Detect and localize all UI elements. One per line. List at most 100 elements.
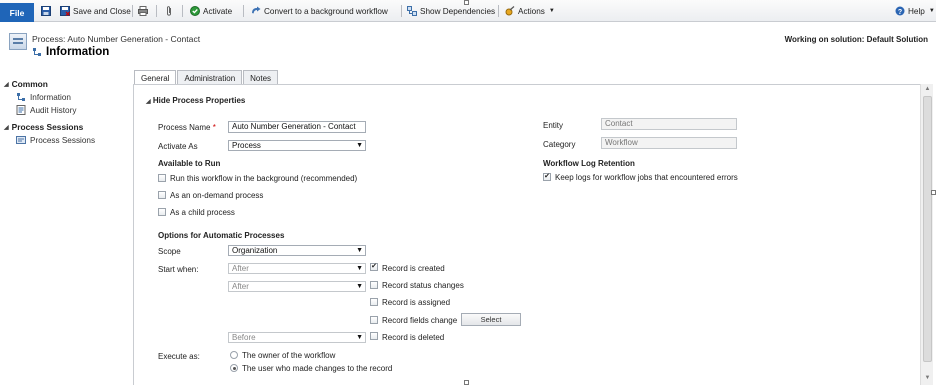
record-status-label: Record status changes [382, 281, 464, 290]
nav-item-process-sessions-label: Process Sessions [30, 135, 96, 145]
child-process-checkbox[interactable] [158, 208, 166, 216]
execute-as-user-label: The user who made changes to the record [242, 364, 393, 373]
record-assigned-checkbox[interactable] [370, 298, 378, 306]
printer-icon [138, 6, 148, 16]
actions-icon [505, 6, 515, 16]
chevron-down-icon: ▼ [356, 265, 363, 272]
record-created-label: Record is created [382, 264, 445, 273]
general-tab-content: ◢ Hide Process Properties Process Name *… [133, 84, 921, 385]
process-name-label-text: Process Name [158, 123, 211, 132]
required-indicator: * [212, 123, 216, 132]
activate-as-select[interactable]: Process ▼ [228, 140, 366, 151]
category-field: Workflow [601, 137, 737, 149]
scroll-up-arrow-icon[interactable]: ▲ [923, 85, 932, 94]
record-assigned-label: Record is assigned [382, 298, 451, 307]
actions-menu-button[interactable]: Actions ▼ [505, 4, 555, 18]
resize-handle-right[interactable] [931, 190, 936, 195]
activate-as-label: Activate As [158, 142, 198, 151]
form-tabs: General Administration Notes [134, 70, 279, 86]
nav-item-information-label: Information [30, 92, 71, 102]
record-fields-checkbox[interactable] [370, 316, 378, 324]
form-selector-icon[interactable] [32, 47, 42, 57]
record-created-checkbox[interactable]: ✔ [370, 263, 378, 271]
convert-workflow-icon [252, 6, 261, 14]
keep-logs-label: Keep logs for workflow jobs that encount… [555, 173, 738, 182]
available-to-run-header: Available to Run [158, 159, 221, 168]
help-label: Help [908, 6, 925, 16]
chevron-down-icon: ▼ [356, 334, 363, 341]
tab-administration[interactable]: Administration [177, 70, 243, 85]
nav-item-process-sessions[interactable]: Process Sessions [16, 135, 95, 145]
checkmark-icon: ✔ [371, 263, 377, 270]
record-deleted-label: Record is deleted [382, 333, 445, 342]
scrollbar-thumb[interactable] [923, 96, 932, 362]
chevron-down-icon: ▼ [928, 8, 935, 14]
save-and-close-button[interactable]: Save and Close [60, 4, 131, 18]
separator [401, 5, 402, 17]
convert-background-button[interactable]: Convert to a background workflow [251, 4, 388, 18]
title-row: Information [32, 46, 109, 58]
tab-notes[interactable]: Notes [243, 70, 279, 85]
chevron-down-icon: ▼ [356, 283, 363, 290]
nav-item-audit-history[interactable]: Audit History [16, 105, 76, 115]
convert-background-label: Convert to a background workflow [264, 6, 388, 16]
hide-process-properties-label: Hide Process Properties [152, 96, 246, 105]
nav-section-common-label: Common [11, 79, 48, 89]
chevron-down-icon: ▼ [356, 247, 363, 254]
collapse-triangle-icon: ◢ [146, 99, 151, 105]
help-menu-button[interactable]: ? Help ▼ [895, 4, 935, 18]
nav-item-information[interactable]: Information [16, 92, 71, 102]
run-in-background-label: Run this workflow in the background (rec… [170, 174, 358, 183]
separator [156, 5, 157, 17]
file-button[interactable]: File [0, 3, 34, 22]
nav-section-common[interactable]: ◢ Common [4, 79, 48, 89]
attach-button[interactable] [164, 4, 174, 18]
collapse-triangle-icon: ◢ [4, 124, 9, 131]
save-and-close-label: Save and Close [73, 6, 131, 16]
execute-as-user-radio[interactable] [230, 364, 238, 372]
entity-field: Contact [601, 118, 737, 130]
scope-select[interactable]: Organization ▼ [228, 245, 366, 256]
left-navigation: ◢ Common Information Audit History ◢ Pro… [0, 72, 128, 385]
process-name-label: Process Name * [158, 123, 216, 132]
process-icon [9, 33, 27, 50]
automatic-options-header: Options for Automatic Processes [158, 231, 285, 240]
start-when-deleted-value: Before [232, 333, 256, 342]
print-button[interactable] [138, 4, 148, 18]
separator [182, 5, 183, 17]
on-demand-checkbox[interactable] [158, 191, 166, 199]
start-when-created-value: After [232, 264, 249, 273]
record-status-checkbox[interactable] [370, 281, 378, 289]
category-label: Category [543, 140, 576, 149]
vertical-scrollbar[interactable]: ▲ ▼ [920, 84, 933, 385]
select-fields-button[interactable]: Select [461, 313, 521, 326]
run-in-background-checkbox[interactable] [158, 174, 166, 182]
show-dependencies-button[interactable]: Show Dependencies [407, 4, 495, 18]
help-icon: ? [895, 6, 905, 16]
page-title: Information [46, 46, 110, 58]
start-when-created-select[interactable]: After ▼ [228, 263, 366, 274]
keep-logs-checkbox[interactable]: ✔ [543, 173, 551, 181]
solution-indicator: Working on solution: Default Solution [784, 35, 928, 44]
resize-handle-top[interactable] [464, 0, 469, 5]
start-when-deleted-select[interactable]: Before ▼ [228, 332, 366, 343]
hide-process-properties-toggle[interactable]: ◢ Hide Process Properties [146, 96, 245, 105]
entity-label: Entity [543, 121, 564, 130]
execute-as-owner-radio[interactable] [230, 351, 238, 359]
audit-history-icon [16, 105, 26, 115]
resize-handle-bottom[interactable] [464, 380, 469, 385]
workflow-log-header: Workflow Log Retention [543, 159, 635, 168]
actions-label: Actions [518, 6, 545, 16]
start-when-status-select[interactable]: After ▼ [228, 281, 366, 292]
activate-button[interactable]: Activate [190, 4, 232, 18]
scroll-down-arrow-icon[interactable]: ▼ [923, 374, 932, 383]
execute-as-label: Execute as: [158, 352, 200, 361]
save-button[interactable] [41, 4, 51, 18]
separator [243, 5, 244, 17]
process-name-input[interactable]: Auto Number Generation - Contact [228, 121, 366, 133]
nav-section-process-sessions[interactable]: ◢ Process Sessions [4, 122, 83, 132]
dependencies-icon [407, 6, 417, 16]
separator [498, 5, 499, 17]
svg-text:?: ? [898, 9, 902, 16]
record-deleted-checkbox[interactable] [370, 332, 378, 340]
